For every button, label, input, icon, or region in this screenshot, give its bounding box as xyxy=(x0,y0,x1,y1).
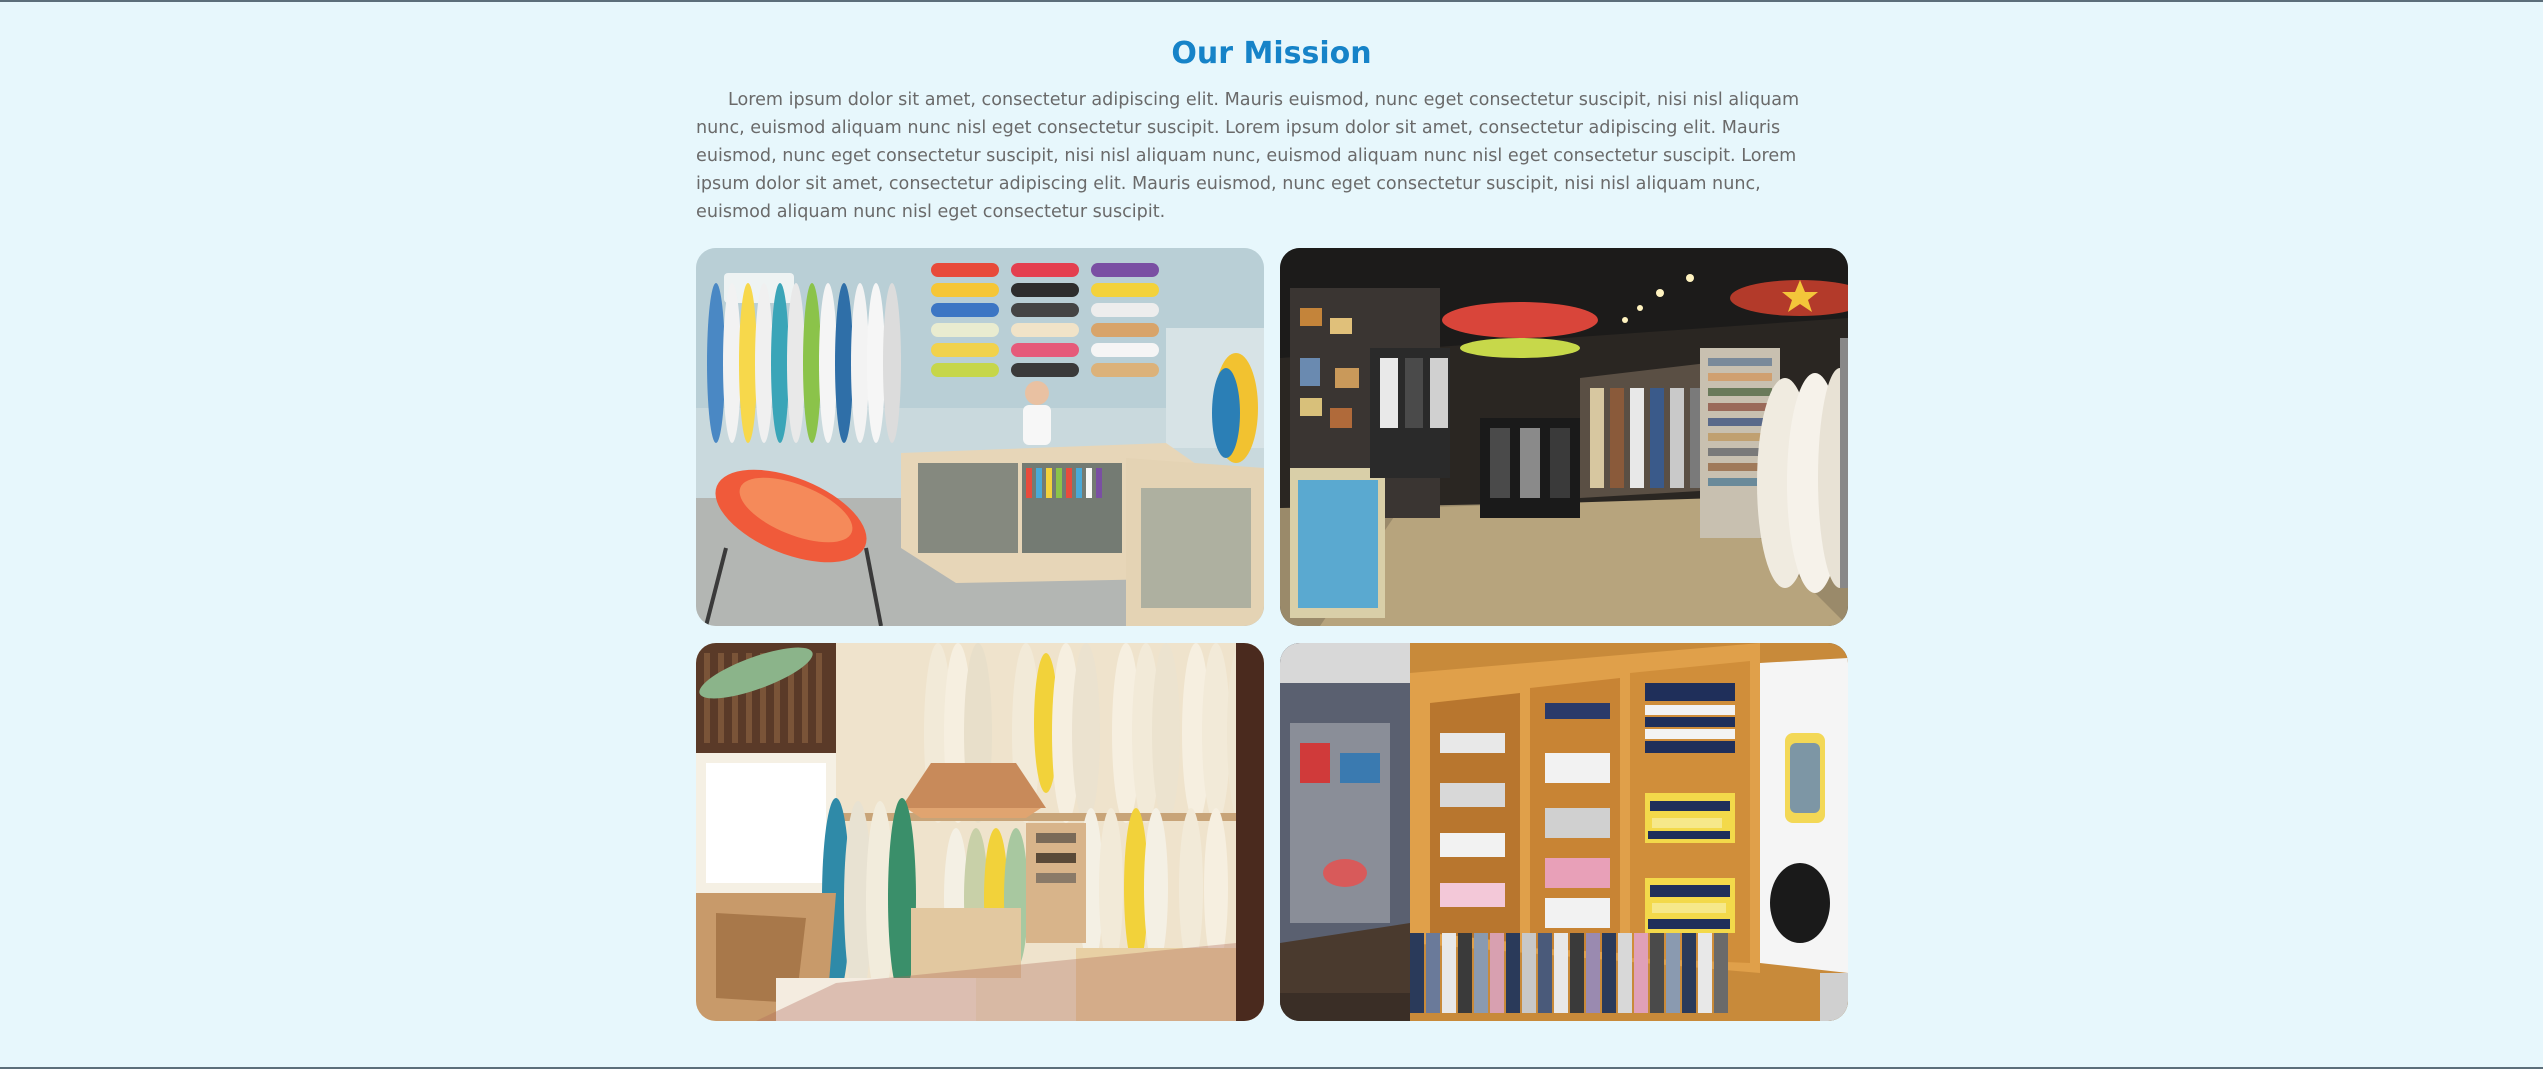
gallery-photo-surfboard-showroom xyxy=(696,643,1264,1021)
gallery-photo-surf-shop-counter xyxy=(696,248,1264,626)
apparel-floor-image xyxy=(1280,248,1848,626)
mission-page: Our Mission Lorem ipsum dolor sit amet, … xyxy=(0,0,2543,1069)
surfboard-showroom-image xyxy=(696,643,1264,1021)
photo-gallery xyxy=(696,248,1848,1021)
gallery-photo-apparel-shelves xyxy=(1280,643,1848,1021)
surf-shop-counter-image xyxy=(696,248,1264,626)
apparel-shelves-image xyxy=(1280,643,1848,1021)
gallery-photo-apparel-floor xyxy=(1280,248,1848,626)
mission-title: Our Mission xyxy=(1171,36,1372,71)
mission-paragraph: Lorem ipsum dolor sit amet, consectetur … xyxy=(696,90,1800,222)
